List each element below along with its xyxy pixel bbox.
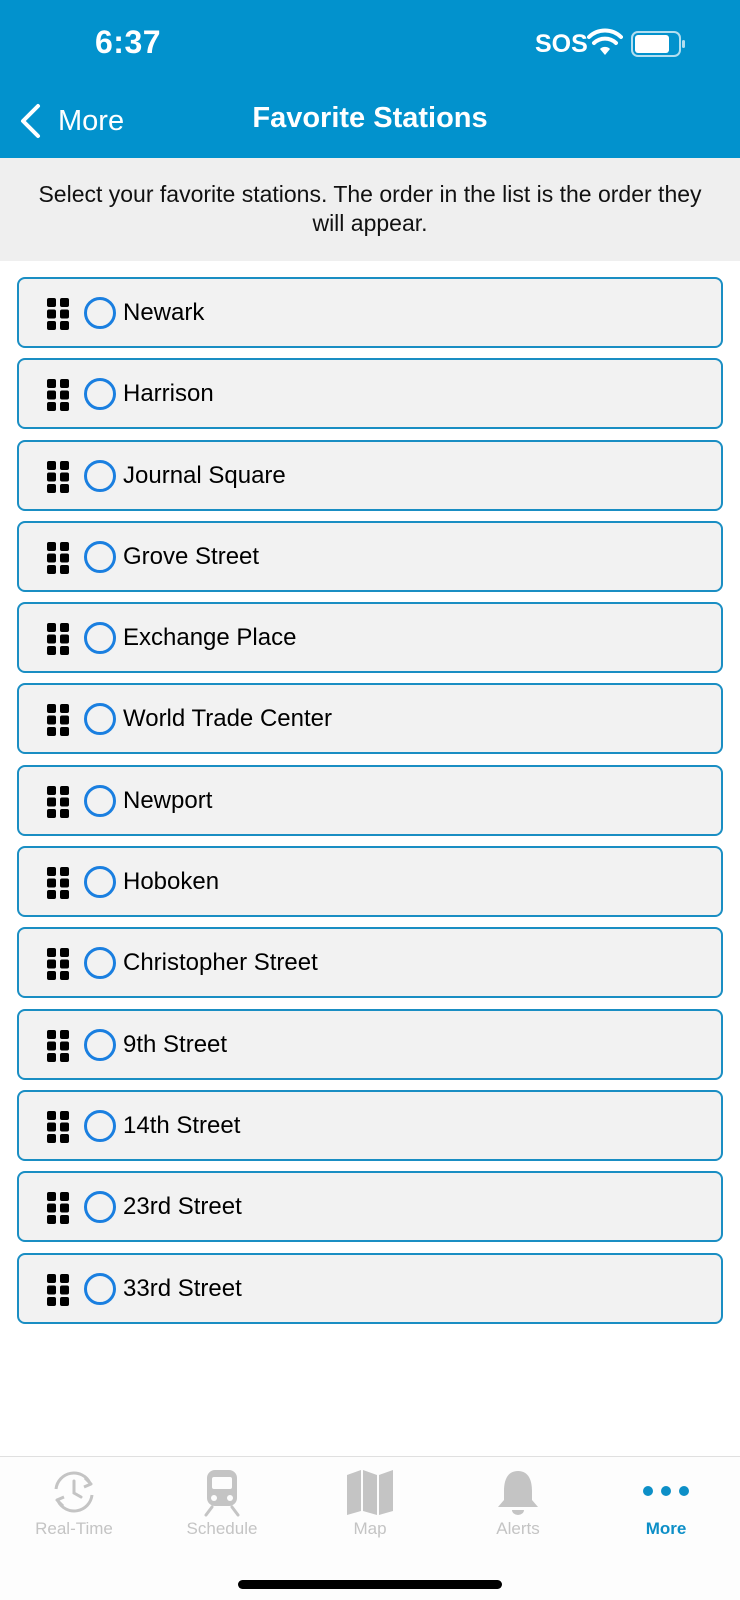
station-name: 14th Street xyxy=(123,1111,241,1139)
station-select-radio[interactable] xyxy=(84,784,116,817)
station-select-radio[interactable] xyxy=(84,622,116,655)
tab-label: Map xyxy=(353,1519,387,1538)
drag-handle-icon[interactable] xyxy=(47,379,69,412)
station-select-radio[interactable] xyxy=(84,1191,116,1224)
status-time: 6:37 xyxy=(95,24,162,60)
station-name: Hoboken xyxy=(123,868,220,896)
train-icon xyxy=(204,1470,240,1517)
station-select-radio[interactable] xyxy=(84,947,116,980)
tab-bar: Real-Time Schedule Map Alerts More xyxy=(0,1456,740,1600)
drag-handle-icon[interactable] xyxy=(47,1192,69,1225)
station-row[interactable]: 33rd Street xyxy=(17,1252,723,1324)
more-dots-icon xyxy=(643,1486,689,1496)
tab-more[interactable]: More xyxy=(592,1467,740,1557)
drag-handle-icon[interactable] xyxy=(47,1110,69,1143)
station-name: Newport xyxy=(123,786,213,814)
drag-handle-icon[interactable] xyxy=(47,541,69,574)
bell-icon xyxy=(498,1471,538,1515)
station-select-radio[interactable] xyxy=(84,378,116,411)
page-title: Favorite Stations xyxy=(252,102,488,134)
station-select-radio[interactable] xyxy=(84,1109,116,1142)
home-indicator xyxy=(238,1580,502,1589)
drag-handle-icon[interactable] xyxy=(47,460,69,493)
station-row[interactable]: Journal Square xyxy=(17,439,723,511)
drag-handle-icon[interactable] xyxy=(47,298,69,330)
tab-label: Real-Time xyxy=(35,1519,113,1538)
wifi-icon xyxy=(587,28,623,55)
station-row[interactable]: World Trade Center xyxy=(17,683,723,755)
tab-label: Schedule xyxy=(186,1519,258,1538)
tab-map[interactable]: Map xyxy=(296,1467,444,1557)
station-row[interactable]: Harrison xyxy=(17,358,723,430)
station-name: World Trade Center xyxy=(123,705,332,733)
station-row[interactable]: Exchange Place xyxy=(17,602,723,674)
station-row[interactable]: 14th Street xyxy=(17,1089,723,1161)
battery-icon xyxy=(631,31,685,57)
station-name: 23rd Street xyxy=(123,1193,242,1221)
station-name: Journal Square xyxy=(123,461,286,489)
tab-label: Alerts xyxy=(496,1519,540,1538)
station-row[interactable]: Grove Street xyxy=(17,520,723,592)
station-select-radio[interactable] xyxy=(84,703,116,736)
station-select-radio[interactable] xyxy=(84,459,116,492)
station-list: Newark Harrison Journal Square Grove Str… xyxy=(17,277,723,1334)
station-select-radio[interactable] xyxy=(84,1028,116,1061)
header-bar: 6:37 SOS More Favorite Stations xyxy=(0,0,740,158)
navigation-bar: More Favorite Stations xyxy=(0,90,740,150)
station-name: 9th Street xyxy=(123,1030,228,1058)
drag-handle-icon[interactable] xyxy=(47,704,69,737)
drag-handle-icon[interactable] xyxy=(47,1029,69,1062)
station-name: Christopher Street xyxy=(123,949,318,977)
station-name: Newark xyxy=(123,299,205,326)
station-name: Harrison xyxy=(123,380,214,408)
instructions-text: Select your favorite stations. The order… xyxy=(0,158,740,261)
status-sos: SOS xyxy=(535,30,588,58)
station-row[interactable]: Newport xyxy=(17,764,723,836)
station-name: 33rd Street xyxy=(123,1274,242,1302)
drag-handle-icon[interactable] xyxy=(47,948,69,981)
clock-arrows-icon xyxy=(54,1471,94,1513)
station-name: Grove Street xyxy=(123,542,260,570)
station-name: Exchange Place xyxy=(123,624,297,652)
station-select-radio[interactable] xyxy=(84,297,116,329)
tab-alerts[interactable]: Alerts xyxy=(444,1467,592,1557)
tab-label: More xyxy=(645,1519,687,1538)
station-row[interactable]: 9th Street xyxy=(17,1008,723,1080)
drag-handle-icon[interactable] xyxy=(47,785,69,818)
tab-real-time[interactable]: Real-Time xyxy=(0,1467,148,1557)
station-row[interactable]: 23rd Street xyxy=(17,1171,723,1243)
station-select-radio[interactable] xyxy=(84,1272,116,1305)
station-select-radio[interactable] xyxy=(84,540,116,573)
station-row[interactable]: Christopher Street xyxy=(17,927,723,999)
drag-handle-icon[interactable] xyxy=(47,623,69,656)
drag-handle-icon[interactable] xyxy=(47,1273,69,1306)
drag-handle-icon[interactable] xyxy=(47,867,69,900)
map-icon xyxy=(347,1470,393,1515)
station-select-radio[interactable] xyxy=(84,866,116,899)
station-row[interactable]: Hoboken xyxy=(17,846,723,918)
tab-schedule[interactable]: Schedule xyxy=(148,1467,296,1557)
station-row[interactable]: Newark xyxy=(17,277,723,348)
